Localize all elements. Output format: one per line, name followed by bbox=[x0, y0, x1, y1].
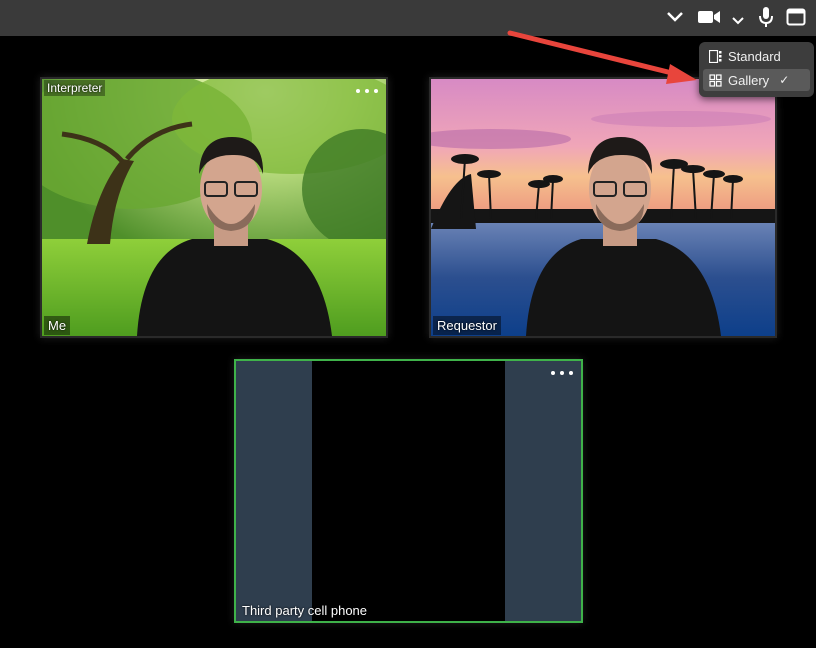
video-tile-requestor[interactable]: Requestor bbox=[429, 77, 777, 338]
park-background-video bbox=[42, 79, 386, 336]
layout-menu: Standard Gallery ✓ bbox=[699, 42, 814, 97]
participant-name-label: Third party cell phone bbox=[242, 603, 368, 618]
top-toolbar bbox=[0, 0, 816, 36]
sunset-background-video bbox=[431, 79, 775, 336]
participant-name-label: Requestor bbox=[433, 316, 501, 335]
gallery-layout-icon bbox=[709, 73, 722, 87]
microphone-icon[interactable] bbox=[756, 4, 776, 30]
video-camera-icon[interactable] bbox=[696, 4, 722, 30]
checkmark-icon: ✓ bbox=[779, 73, 790, 87]
video-tile-third-party[interactable]: Third party cell phone bbox=[234, 359, 583, 623]
menu-item-label: Gallery bbox=[728, 72, 770, 88]
video-options-chevron-icon[interactable] bbox=[730, 8, 746, 34]
chevron-down-icon[interactable] bbox=[664, 4, 686, 30]
more-options-icon[interactable] bbox=[551, 367, 573, 379]
menu-item-label: Standard bbox=[728, 48, 781, 64]
participant-name-label: Me bbox=[44, 316, 71, 335]
placeholder-side-bar bbox=[236, 361, 312, 621]
menu-item-gallery[interactable]: Gallery ✓ bbox=[703, 69, 810, 91]
tile-role-label: Interpreter bbox=[44, 80, 106, 96]
more-options-icon[interactable] bbox=[356, 85, 378, 97]
standard-layout-icon bbox=[708, 49, 722, 63]
menu-item-standard[interactable]: Standard bbox=[703, 45, 810, 67]
video-tile-me[interactable]: Interpreter Me bbox=[40, 77, 388, 338]
window-icon[interactable] bbox=[785, 4, 807, 30]
placeholder-side-bar bbox=[505, 361, 581, 621]
